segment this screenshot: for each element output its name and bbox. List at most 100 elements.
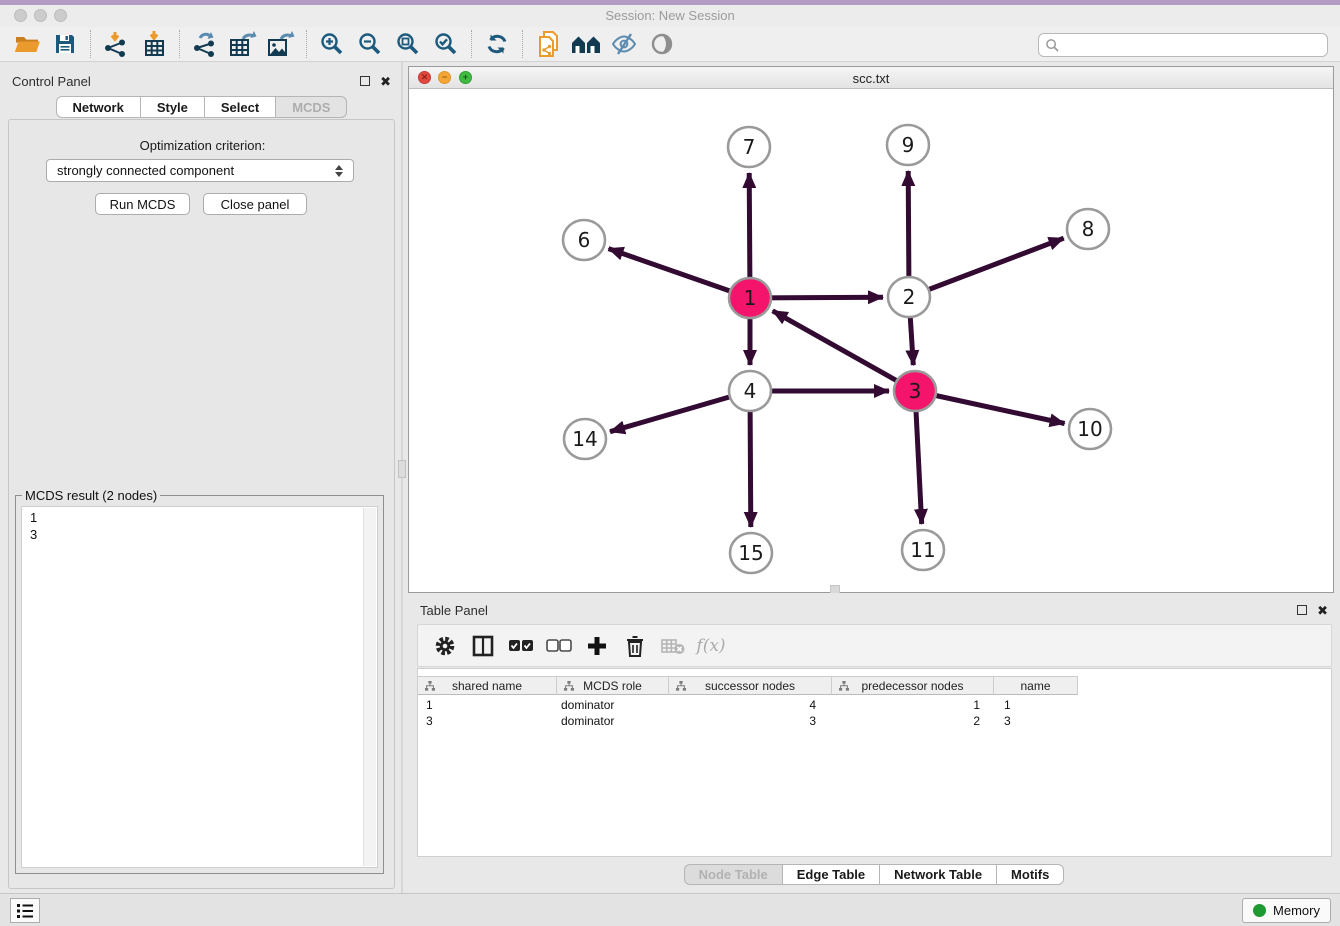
edge-2-8[interactable] bbox=[909, 238, 1064, 297]
graph-node-9[interactable]: 9 bbox=[887, 125, 929, 165]
panel-close-icon[interactable]: ✖ bbox=[1317, 604, 1328, 617]
svg-text:1: 1 bbox=[744, 286, 757, 310]
import-table-icon[interactable] bbox=[135, 29, 173, 59]
window-title: Session: New Session bbox=[0, 8, 1340, 23]
export-network-icon[interactable] bbox=[186, 29, 224, 59]
zoom-fit-icon[interactable] bbox=[389, 29, 427, 59]
edge-1-6[interactable] bbox=[609, 249, 751, 298]
search-field[interactable] bbox=[1038, 33, 1328, 57]
network-window-titlebar[interactable]: ✕ − + scc.txt bbox=[409, 67, 1333, 89]
tab-edge-table[interactable]: Edge Table bbox=[783, 864, 880, 885]
column-header-successor-nodes[interactable]: successor nodes bbox=[669, 676, 832, 695]
first-neighbors-icon[interactable] bbox=[567, 29, 605, 59]
svg-text:14: 14 bbox=[572, 427, 597, 451]
table-tabs: Node Table Edge Table Network Table Moti… bbox=[408, 864, 1340, 885]
search-icon bbox=[1045, 38, 1060, 53]
tab-select[interactable]: Select bbox=[205, 96, 276, 118]
app-titlebar: Session: New Session bbox=[0, 0, 1340, 27]
table-panel: Table Panel ✖ f(x) bbox=[408, 593, 1340, 893]
graph-node-10[interactable]: 10 bbox=[1069, 409, 1111, 449]
graph-node-15[interactable]: 15 bbox=[730, 533, 772, 573]
show-all-icon[interactable] bbox=[643, 29, 681, 59]
column-type-icon bbox=[839, 681, 849, 691]
export-image-icon[interactable] bbox=[262, 29, 300, 59]
memory-status-icon bbox=[1253, 904, 1266, 917]
panel-float-icon[interactable] bbox=[360, 76, 370, 86]
result-line: 3 bbox=[30, 526, 377, 543]
deselect-all-icon[interactable] bbox=[542, 629, 576, 663]
gear-icon[interactable] bbox=[428, 629, 462, 663]
node-table[interactable]: shared name MCDS role successor nodes pr… bbox=[417, 668, 1332, 857]
tab-motifs[interactable]: Motifs bbox=[997, 864, 1064, 885]
table-toolbar: f(x) bbox=[417, 624, 1332, 667]
mcds-panel: Optimization criterion: strongly connect… bbox=[8, 119, 395, 889]
edge-3-1[interactable] bbox=[773, 311, 915, 391]
column-type-icon bbox=[564, 681, 574, 691]
add-icon[interactable] bbox=[580, 629, 614, 663]
graph-node-14[interactable]: 14 bbox=[564, 419, 606, 459]
criterion-select[interactable]: strongly connected component bbox=[46, 159, 354, 182]
tab-mcds[interactable]: MCDS bbox=[276, 96, 347, 118]
mcds-result-list[interactable]: 1 3 bbox=[21, 506, 378, 868]
panel-close-icon[interactable]: ✖ bbox=[380, 75, 391, 88]
close-panel-button[interactable]: Close panel bbox=[203, 193, 307, 215]
delete-column-icon[interactable] bbox=[656, 629, 690, 663]
column-header-name[interactable]: name bbox=[994, 676, 1078, 695]
graph-node-8[interactable]: 8 bbox=[1067, 209, 1109, 249]
run-mcds-button[interactable]: Run MCDS bbox=[95, 193, 190, 215]
refresh-icon[interactable] bbox=[478, 29, 516, 59]
network-canvas[interactable]: 7 9 6 8 1 2 4 3 14 10 15 11 bbox=[409, 89, 1333, 592]
zoom-out-icon[interactable] bbox=[351, 29, 389, 59]
memory-button[interactable]: Memory bbox=[1242, 898, 1331, 923]
tab-node-table[interactable]: Node Table bbox=[684, 864, 783, 885]
search-input[interactable] bbox=[1060, 38, 1327, 52]
svg-text:11: 11 bbox=[910, 538, 935, 562]
column-header-mcds-role[interactable]: MCDS role bbox=[557, 676, 669, 695]
task-history-button[interactable] bbox=[10, 898, 40, 923]
table-panel-title: Table Panel bbox=[420, 603, 488, 618]
column-header-shared-name[interactable]: shared name bbox=[418, 676, 557, 695]
network-title: scc.txt bbox=[409, 71, 1333, 86]
graph-node-2[interactable]: 2 bbox=[888, 277, 930, 317]
zoom-in-icon[interactable] bbox=[313, 29, 351, 59]
edge-3-10[interactable] bbox=[915, 391, 1065, 424]
result-line: 1 bbox=[30, 509, 377, 526]
svg-text:6: 6 bbox=[578, 228, 591, 252]
tab-style[interactable]: Style bbox=[141, 96, 205, 118]
copy-network-icon[interactable] bbox=[529, 29, 567, 59]
mcds-result-title: MCDS result (2 nodes) bbox=[22, 488, 160, 503]
control-panel-tabs: Network Style Select MCDS bbox=[0, 96, 403, 118]
status-bar: Memory bbox=[0, 893, 1340, 926]
columns-icon[interactable] bbox=[466, 629, 500, 663]
column-header-predecessor-nodes[interactable]: predecessor nodes bbox=[832, 676, 994, 695]
svg-text:10: 10 bbox=[1077, 417, 1102, 441]
graph-node-4[interactable]: 4 bbox=[729, 371, 771, 411]
graph-node-7[interactable]: 7 bbox=[728, 127, 770, 167]
vertical-splitter-handle[interactable] bbox=[398, 460, 406, 478]
column-type-icon bbox=[425, 681, 435, 691]
memory-label: Memory bbox=[1273, 903, 1320, 918]
import-network-icon[interactable] bbox=[97, 29, 135, 59]
graph-node-6[interactable]: 6 bbox=[563, 220, 605, 260]
panel-float-icon[interactable] bbox=[1297, 605, 1307, 615]
graph-node-3[interactable]: 3 bbox=[894, 371, 936, 411]
graph-node-11[interactable]: 11 bbox=[902, 530, 944, 570]
svg-text:15: 15 bbox=[738, 541, 763, 565]
control-panel-title: Control Panel bbox=[12, 74, 91, 89]
network-view-window: ✕ − + scc.txt 7 9 6 8 1 2 4 3 14 10 15 11 bbox=[408, 66, 1334, 593]
column-type-icon bbox=[676, 681, 686, 691]
delete-icon[interactable] bbox=[618, 629, 652, 663]
tab-network[interactable]: Network bbox=[56, 96, 141, 118]
zoom-selected-icon[interactable] bbox=[427, 29, 465, 59]
graph-node-1[interactable]: 1 bbox=[729, 278, 771, 318]
save-icon[interactable] bbox=[46, 29, 84, 59]
export-table-icon[interactable] bbox=[224, 29, 262, 59]
open-folder-icon[interactable] bbox=[8, 29, 46, 59]
tab-network-table[interactable]: Network Table bbox=[880, 864, 997, 885]
select-all-icon[interactable] bbox=[504, 629, 538, 663]
result-scrollbar[interactable] bbox=[363, 508, 376, 866]
optimization-criterion-label: Optimization criterion: bbox=[9, 138, 396, 153]
function-builder-icon[interactable]: f(x) bbox=[694, 629, 728, 663]
accent-strip bbox=[0, 0, 1340, 5]
hide-selected-icon[interactable] bbox=[605, 29, 643, 59]
